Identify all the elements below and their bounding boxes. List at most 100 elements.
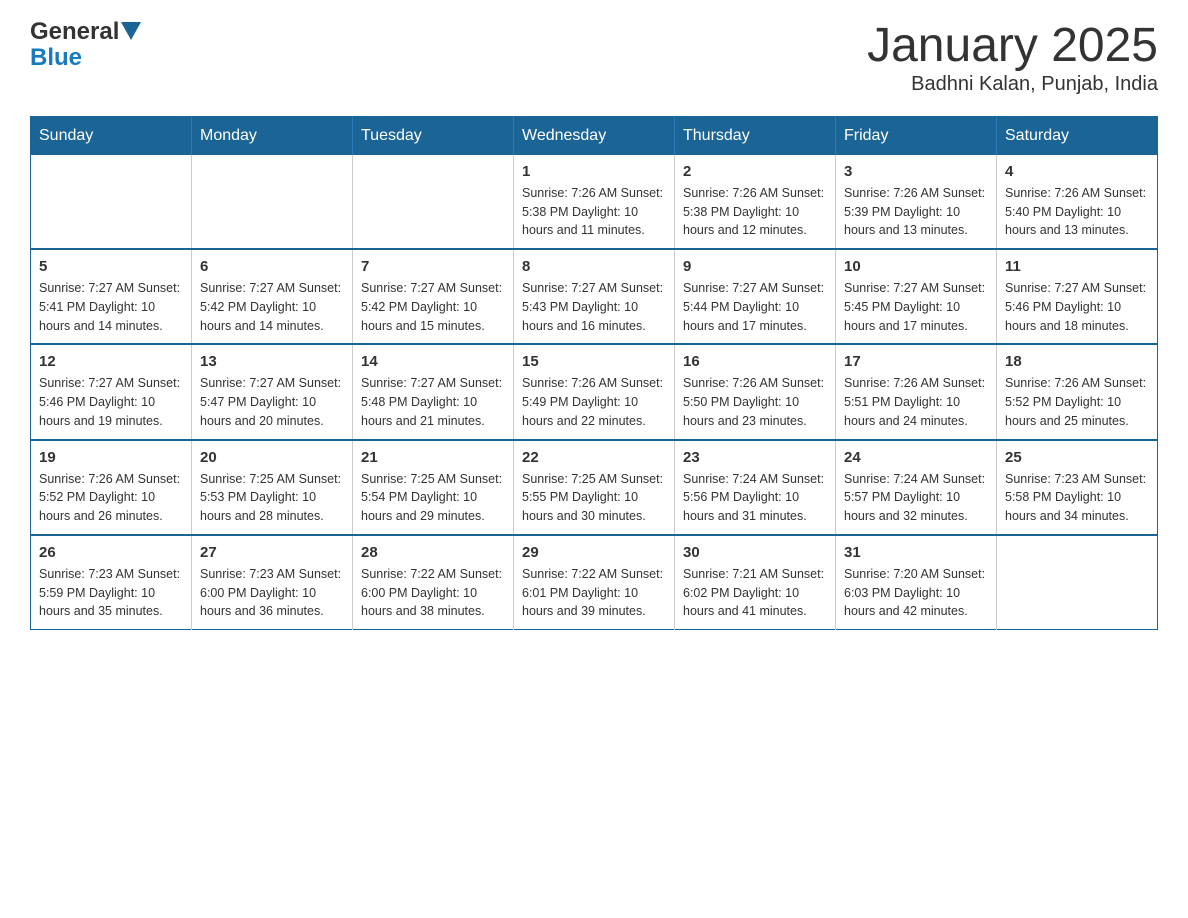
day-info: Sunrise: 7:27 AM Sunset: 5:45 PM Dayligh… [844, 279, 988, 335]
day-info: Sunrise: 7:27 AM Sunset: 5:46 PM Dayligh… [39, 374, 183, 430]
day-info: Sunrise: 7:27 AM Sunset: 5:42 PM Dayligh… [361, 279, 505, 335]
calendar-cell: 1Sunrise: 7:26 AM Sunset: 5:38 PM Daylig… [514, 155, 675, 249]
calendar-cell: 13 Sunrise: 7:27 AM Sunset: 5:47 PM Dayli… [192, 344, 353, 439]
logo: General Blue [30, 20, 141, 72]
day-number: 25 [1005, 449, 1149, 466]
calendar-cell: 16 Sunrise: 7:26 AM Sunset: 5:50 PM Dayli… [675, 344, 836, 439]
calendar-cell: 8Sunrise: 7:27 AM Sunset: 5:43 PM Daylig… [514, 249, 675, 344]
calendar-cell: 19 Sunrise: 7:26 AM Sunset: 5:52 PM Dayli… [31, 440, 192, 535]
day-info: Sunrise: 7:27 AM Sunset: 5:42 PM Dayligh… [200, 279, 344, 335]
page-header: General Blue January 2025 Badhni Kalan, … [30, 20, 1158, 96]
day-info: Sunrise: 7:25 AM Sunset: 5:55 PM Dayligh… [522, 470, 666, 526]
day-info: Sunrise: 7:27 AM Sunset: 5:43 PM Dayligh… [522, 279, 666, 335]
calendar-subtitle: Badhni Kalan, Punjab, India [867, 73, 1158, 96]
day-info: Sunrise: 7:25 AM Sunset: 5:54 PM Dayligh… [361, 470, 505, 526]
calendar-day-header: Sunday [31, 116, 192, 155]
calendar-cell: 26 Sunrise: 7:23 AM Sunset: 5:59 PM Dayli… [31, 535, 192, 630]
day-info: Sunrise: 7:25 AM Sunset: 5:53 PM Dayligh… [200, 470, 344, 526]
day-info: Sunrise: 7:23 AM Sunset: 5:59 PM Dayligh… [39, 565, 183, 621]
calendar-title: January 2025 [867, 20, 1158, 73]
day-info: Sunrise: 7:26 AM Sunset: 5:49 PM Dayligh… [522, 374, 666, 430]
day-number: 29 [522, 544, 666, 561]
calendar-day-header: Thursday [675, 116, 836, 155]
day-info: Sunrise: 7:26 AM Sunset: 5:50 PM Dayligh… [683, 374, 827, 430]
calendar-cell: 27Sunrise: 7:23 AM Sunset: 6:00 PM Dayli… [192, 535, 353, 630]
day-info: Sunrise: 7:22 AM Sunset: 6:00 PM Dayligh… [361, 565, 505, 621]
calendar-cell: 28 Sunrise: 7:22 AM Sunset: 6:00 PM Dayli… [353, 535, 514, 630]
day-number: 10 [844, 258, 988, 275]
day-number: 17 [844, 353, 988, 370]
day-number: 7 [361, 258, 505, 275]
calendar-week-row: 1 Sunrise: 7:26 AM Sunset: 5:38 PM Daylig… [31, 155, 1158, 249]
calendar-week-row: 19 Sunrise: 7:26 AM Sunset: 5:52 PM Dayli… [31, 440, 1158, 535]
calendar-cell: 9Sunrise: 7:27 AM Sunset: 5:44 PM Daylig… [675, 249, 836, 344]
calendar-body: 1 Sunrise: 7:26 AM Sunset: 5:38 PM Daylig… [31, 155, 1158, 630]
calendar-cell [353, 155, 514, 249]
calendar-cell: 30 Sunrise: 7:21 AM Sunset: 6:02 PM Dayli… [675, 535, 836, 630]
logo-general-text: General [30, 20, 119, 44]
day-number: 22 [522, 449, 666, 466]
calendar-cell: 18Sunrise: 7:26 AM Sunset: 5:52 PM Dayli… [997, 344, 1158, 439]
calendar-cell: 17 Sunrise: 7:26 AM Sunset: 5:51 PM Dayli… [836, 344, 997, 439]
calendar-header-row: SundayMondayTuesdayWednesdayThursdayFrid… [31, 116, 1158, 155]
day-number: 23 [683, 449, 827, 466]
day-info: Sunrise: 7:21 AM Sunset: 6:02 PM Dayligh… [683, 565, 827, 621]
calendar-day-header: Friday [836, 116, 997, 155]
day-info: Sunrise: 7:27 AM Sunset: 5:47 PM Dayligh… [200, 374, 344, 430]
day-number: 19 [39, 449, 183, 466]
calendar-cell: 5 Sunrise: 7:27 AM Sunset: 5:41 PM Daylig… [31, 249, 192, 344]
day-number: 18 [1005, 353, 1149, 370]
day-number: 16 [683, 353, 827, 370]
calendar-cell: 31Sunrise: 7:20 AM Sunset: 6:03 PM Dayli… [836, 535, 997, 630]
day-number: 28 [361, 544, 505, 561]
day-number: 6 [200, 258, 344, 275]
calendar-cell [192, 155, 353, 249]
day-number: 24 [844, 449, 988, 466]
day-number: 21 [361, 449, 505, 466]
day-number: 12 [39, 353, 183, 370]
day-info: Sunrise: 7:26 AM Sunset: 5:40 PM Dayligh… [1005, 184, 1149, 240]
calendar-cell: 22 Sunrise: 7:25 AM Sunset: 5:55 PM Dayli… [514, 440, 675, 535]
day-number: 1 [522, 163, 666, 180]
calendar-cell: 20Sunrise: 7:25 AM Sunset: 5:53 PM Dayli… [192, 440, 353, 535]
calendar-cell: 4 Sunrise: 7:26 AM Sunset: 5:40 PM Daylig… [997, 155, 1158, 249]
day-info: Sunrise: 7:26 AM Sunset: 5:38 PM Dayligh… [683, 184, 827, 240]
calendar-day-header: Wednesday [514, 116, 675, 155]
day-info: Sunrise: 7:27 AM Sunset: 5:41 PM Dayligh… [39, 279, 183, 335]
day-info: Sunrise: 7:22 AM Sunset: 6:01 PM Dayligh… [522, 565, 666, 621]
calendar-cell: 24Sunrise: 7:24 AM Sunset: 5:57 PM Dayli… [836, 440, 997, 535]
title-block: January 2025 Badhni Kalan, Punjab, India [867, 20, 1158, 96]
day-number: 13 [200, 353, 344, 370]
day-info: Sunrise: 7:24 AM Sunset: 5:56 PM Dayligh… [683, 470, 827, 526]
day-number: 4 [1005, 163, 1149, 180]
day-number: 2 [683, 163, 827, 180]
day-number: 3 [844, 163, 988, 180]
day-number: 26 [39, 544, 183, 561]
calendar-cell: 2 Sunrise: 7:26 AM Sunset: 5:38 PM Daylig… [675, 155, 836, 249]
day-info: Sunrise: 7:27 AM Sunset: 5:46 PM Dayligh… [1005, 279, 1149, 335]
calendar-table: SundayMondayTuesdayWednesdayThursdayFrid… [30, 116, 1158, 630]
day-number: 30 [683, 544, 827, 561]
calendar-cell: 15 Sunrise: 7:26 AM Sunset: 5:49 PM Dayli… [514, 344, 675, 439]
day-number: 11 [1005, 258, 1149, 275]
calendar-day-header: Saturday [997, 116, 1158, 155]
day-number: 15 [522, 353, 666, 370]
calendar-cell: 6 Sunrise: 7:27 AM Sunset: 5:42 PM Daylig… [192, 249, 353, 344]
day-info: Sunrise: 7:26 AM Sunset: 5:52 PM Dayligh… [39, 470, 183, 526]
day-number: 5 [39, 258, 183, 275]
calendar-cell: 21 Sunrise: 7:25 AM Sunset: 5:54 PM Dayli… [353, 440, 514, 535]
calendar-day-header: Monday [192, 116, 353, 155]
calendar-cell: 3Sunrise: 7:26 AM Sunset: 5:39 PM Daylig… [836, 155, 997, 249]
day-info: Sunrise: 7:23 AM Sunset: 6:00 PM Dayligh… [200, 565, 344, 621]
calendar-cell [31, 155, 192, 249]
day-info: Sunrise: 7:26 AM Sunset: 5:51 PM Dayligh… [844, 374, 988, 430]
calendar-cell: 25Sunrise: 7:23 AM Sunset: 5:58 PM Dayli… [997, 440, 1158, 535]
day-number: 14 [361, 353, 505, 370]
calendar-cell: 10 Sunrise: 7:27 AM Sunset: 5:45 PM Dayli… [836, 249, 997, 344]
calendar-week-row: 12 Sunrise: 7:27 AM Sunset: 5:46 PM Dayli… [31, 344, 1158, 439]
calendar-header: SundayMondayTuesdayWednesdayThursdayFrid… [31, 116, 1158, 155]
calendar-cell: 14Sunrise: 7:27 AM Sunset: 5:48 PM Dayli… [353, 344, 514, 439]
calendar-cell: 7 Sunrise: 7:27 AM Sunset: 5:42 PM Daylig… [353, 249, 514, 344]
calendar-cell: 12 Sunrise: 7:27 AM Sunset: 5:46 PM Dayli… [31, 344, 192, 439]
logo-arrow-icon [121, 22, 141, 44]
